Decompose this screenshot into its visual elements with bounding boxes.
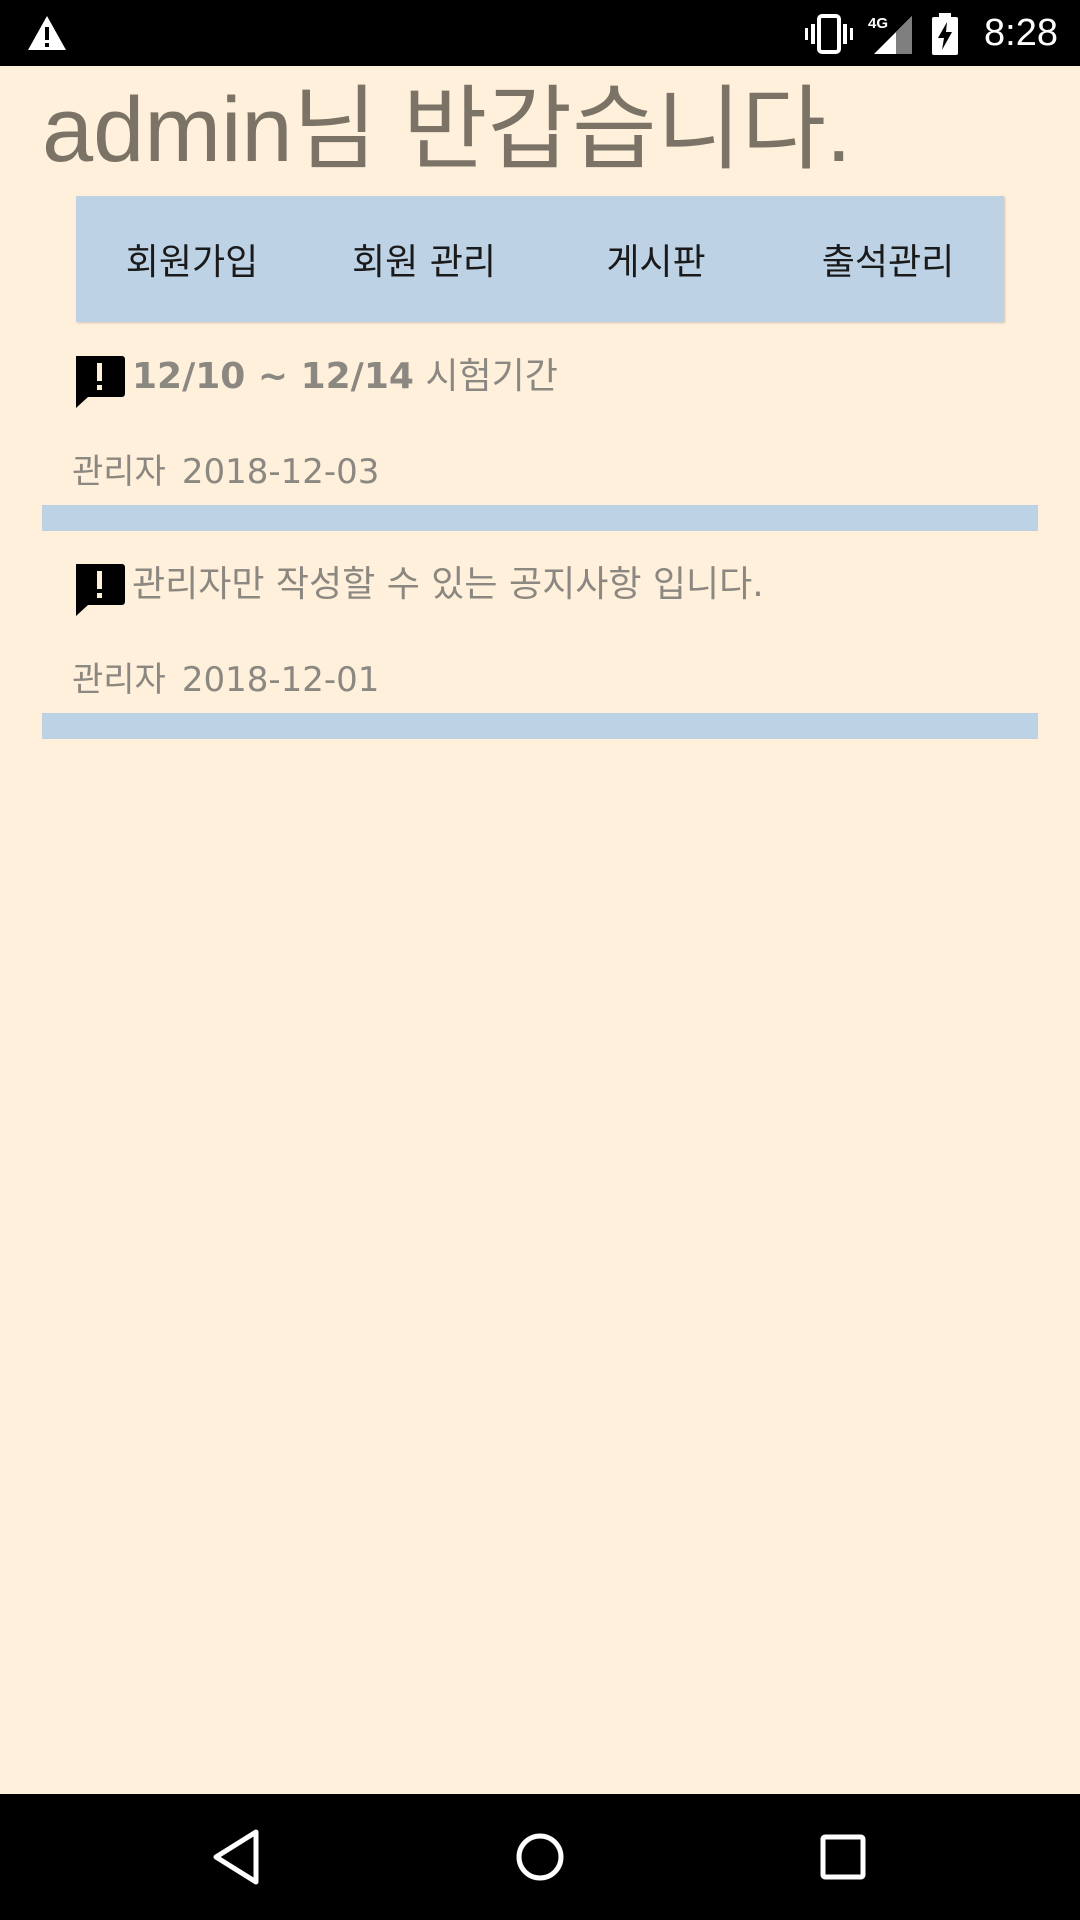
notice-date: 2018-12-01 xyxy=(181,660,380,700)
system-navigation-bar xyxy=(0,1794,1080,1920)
status-time: 8:28 xyxy=(984,12,1058,54)
notice-title: 12/10 ~ 12/14 시험기간 xyxy=(132,352,558,402)
recents-icon[interactable] xyxy=(810,1824,876,1890)
network-type-label: 4G xyxy=(868,15,888,32)
menu-member-management-button[interactable]: 회원 관리 xyxy=(308,196,540,322)
vibrate-icon xyxy=(805,14,853,54)
notice-divider xyxy=(42,713,1038,739)
notice-author: 관리자 xyxy=(72,452,166,492)
notice-date: 2018-12-03 xyxy=(181,452,380,492)
notice-title-text: 시험기간 xyxy=(413,356,558,397)
warning-icon xyxy=(28,16,66,50)
main-menu: 회원가입 회원 관리 게시판 출석관리 xyxy=(76,196,1004,322)
greeting-title: admin님 반갑습니다. xyxy=(42,79,852,181)
signal-icon: 4G xyxy=(868,15,912,54)
notice-author: 관리자 xyxy=(72,660,166,700)
announcement-icon xyxy=(76,564,125,616)
back-icon[interactable] xyxy=(204,1824,270,1890)
battery-charging-icon xyxy=(932,13,958,55)
status-bar: 4G 8:28 xyxy=(0,0,1080,66)
notice-meta: 관리자 2018-12-01 xyxy=(72,656,379,704)
menu-board-button[interactable]: 게시판 xyxy=(540,196,772,322)
notice-title-bold: 12/10 ~ 12/14 xyxy=(132,356,414,397)
menu-signup-button[interactable]: 회원가입 xyxy=(76,196,308,322)
notice-title-text: 관리자만 작성할 수 있는 공지사항 입니다. xyxy=(132,564,764,605)
notice-title: 관리자만 작성할 수 있는 공지사항 입니다. xyxy=(132,560,764,610)
notice-divider xyxy=(42,505,1038,531)
notice-meta: 관리자 2018-12-03 xyxy=(72,448,379,496)
announcement-icon xyxy=(76,356,125,408)
home-icon[interactable] xyxy=(507,1824,573,1890)
menu-attendance-button[interactable]: 출석관리 xyxy=(772,196,1004,322)
